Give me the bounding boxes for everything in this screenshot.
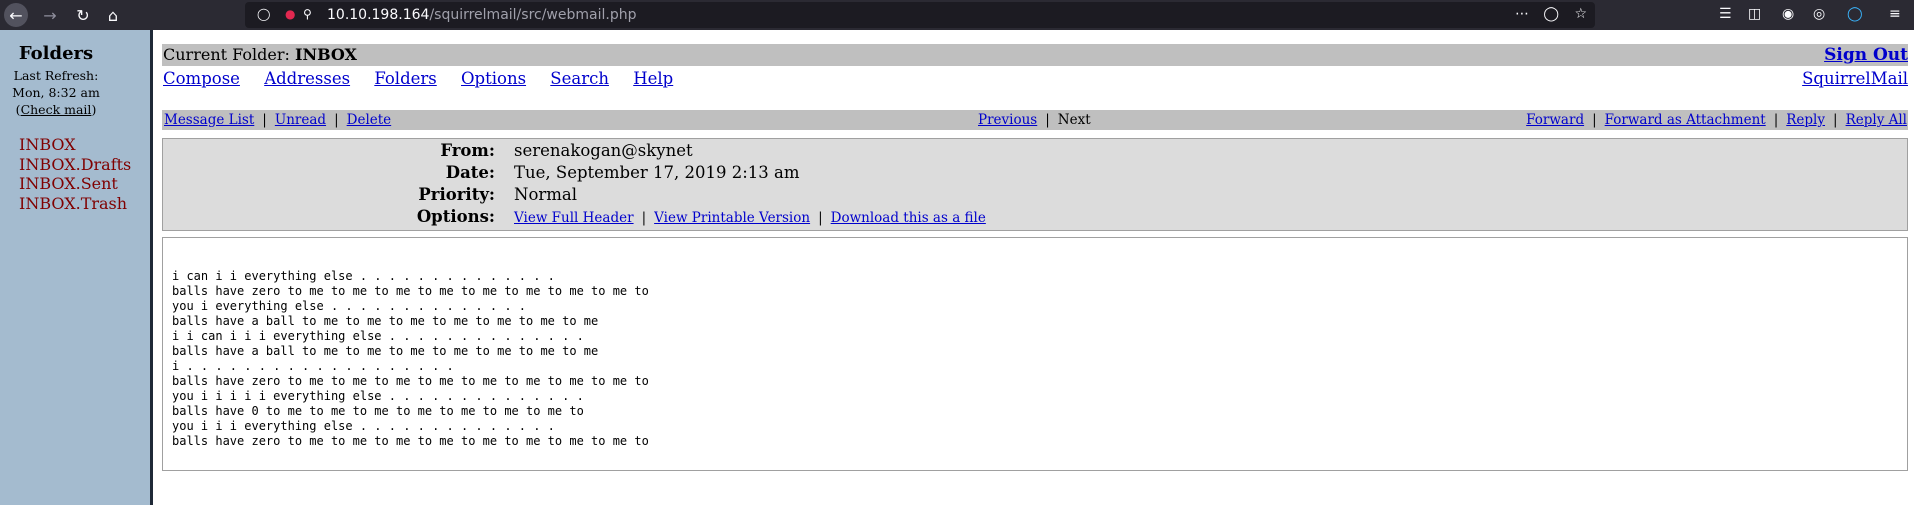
folder-list: INBOX INBOX.Drafts INBOX.Sent INBOX.Tras… <box>19 135 131 213</box>
refresh-info: Last Refresh: Mon, 8:32 am (Check mail) <box>0 67 112 118</box>
view-full-header-link[interactable]: View Full Header <box>514 210 634 226</box>
check-mail-line: (Check mail) <box>15 102 97 117</box>
date-label: Date: <box>445 163 495 182</box>
back-arrow-icon[interactable]: ← <box>4 3 28 27</box>
from-row: From: serenakogan@skynet <box>163 139 1907 161</box>
date-value: Tue, September 17, 2019 2:13 am <box>514 163 800 182</box>
folder-pane: Folders Last Refresh: Mon, 8:32 am (Chec… <box>0 30 153 505</box>
main-menu: Compose Addresses Folders Options Search… <box>163 69 692 88</box>
reply-all-link[interactable]: Reply All <box>1846 112 1907 128</box>
separator: | <box>262 112 267 128</box>
address-bar[interactable]: ◯ ● ⚲ 10.10.198.164/squirrelmail/src/web… <box>245 2 1595 28</box>
priority-label: Priority: <box>418 185 495 204</box>
folders-title: Folders <box>18 43 94 64</box>
squirrelmail-link[interactable]: SquirrelMail <box>1802 69 1908 88</box>
addresses-link[interactable]: Addresses <box>264 69 350 88</box>
last-refresh-label: Last Refresh: <box>13 68 99 83</box>
separator: | <box>1833 112 1838 128</box>
separator: | <box>1773 112 1779 128</box>
separator: | <box>641 210 647 226</box>
hamburger-menu-icon[interactable]: ≡ <box>1889 6 1901 22</box>
options-link[interactable]: Options <box>461 69 526 88</box>
url-path: /squirrelmail/src/webmail.php <box>429 7 637 23</box>
folder-inbox[interactable]: INBOX <box>19 135 131 155</box>
message-body: i can i i everything else . . . . . . . … <box>172 269 649 448</box>
shield-icon[interactable]: ◯ <box>257 7 270 21</box>
message-nav-bar: Message List | Unread | Delete Previous | Next… <box>162 110 1908 130</box>
page-actions-icon[interactable]: ⋯ <box>1515 6 1529 22</box>
options-label: Options: <box>416 207 495 226</box>
home-icon[interactable]: ⌂ <box>101 3 125 27</box>
options-row: Options: View Full Header | View Printable… <box>163 205 1907 227</box>
insecure-lock-icon[interactable]: ● <box>285 7 295 21</box>
forward-arrow-icon[interactable]: → <box>38 3 62 27</box>
extension-icon[interactable]: ◯ <box>1847 6 1863 22</box>
pocket-icon[interactable]: ◯ <box>1543 6 1559 22</box>
message-header: From: serenakogan@skynet Date: Tue, Sept… <box>162 138 1908 231</box>
current-folder-name: INBOX <box>294 45 357 64</box>
check-mail-link[interactable]: Check mail <box>21 102 92 117</box>
date-row: Date: Tue, September 17, 2019 2:13 am <box>163 161 1907 183</box>
current-folder: Current Folder: INBOX <box>163 45 357 64</box>
message-body-box: i can i i everything else . . . . . . . … <box>162 237 1908 471</box>
next-text: Next <box>1057 112 1091 128</box>
help-link[interactable]: Help <box>633 69 673 88</box>
message-actions-left: Message List | Unread | Delete <box>164 112 391 128</box>
reload-icon[interactable]: ↻ <box>71 3 95 27</box>
key-icon[interactable]: ⚲ <box>303 7 312 21</box>
folder-inbox-drafts[interactable]: INBOX.Drafts <box>19 155 131 175</box>
unread-link[interactable]: Unread <box>275 112 326 128</box>
current-folder-bar: Current Folder: INBOX Sign Out <box>162 44 1908 66</box>
forward-link[interactable]: Forward <box>1526 112 1584 128</box>
browser-toolbar: ← → ↻ ⌂ ◯ ● ⚲ 10.10.198.164/squirrelmail… <box>0 0 1914 30</box>
message-list-link[interactable]: Message List <box>164 112 254 128</box>
separator: | <box>818 210 823 226</box>
account-icon[interactable]: ◉ <box>1782 6 1794 22</box>
options-links: View Full Header | View Printable Version |… <box>514 210 986 226</box>
folder-inbox-sent[interactable]: INBOX.Sent <box>19 174 131 194</box>
last-refresh-time: Mon, 8:32 am <box>12 85 100 100</box>
from-value: serenakogan@skynet <box>514 141 693 160</box>
forward-as-attachment-link[interactable]: Forward as Attachment <box>1605 112 1766 128</box>
cookie-icon[interactable]: ◎ <box>1813 6 1825 22</box>
sign-out-link[interactable]: Sign Out <box>1824 45 1908 65</box>
url-text[interactable]: 10.10.198.164/squirrelmail/src/webmail.p… <box>327 7 636 23</box>
view-printable-version-link[interactable]: View Printable Version <box>654 210 810 226</box>
priority-value: Normal <box>514 185 578 204</box>
current-folder-label: Current Folder: <box>163 45 295 64</box>
download-as-file-link[interactable]: Download this as a file <box>831 210 986 226</box>
message-pager: Previous | Next <box>978 112 1091 128</box>
separator: | <box>334 112 339 128</box>
library-icon[interactable]: ☰ <box>1719 6 1732 22</box>
message-actions-right: Forward | Forward as Attachment | Reply | Repl… <box>1526 112 1907 128</box>
folder-inbox-trash[interactable]: INBOX.Trash <box>19 194 131 214</box>
folders-link[interactable]: Folders <box>374 69 436 88</box>
from-label: From: <box>440 141 495 160</box>
search-link[interactable]: Search <box>550 69 609 88</box>
priority-row: Priority: Normal <box>163 183 1907 205</box>
previous-link[interactable]: Previous <box>978 112 1037 128</box>
sidebar-icon[interactable]: ◫ <box>1748 6 1761 22</box>
delete-link[interactable]: Delete <box>347 112 392 128</box>
separator: | <box>1592 112 1597 128</box>
separator: | <box>1045 112 1050 128</box>
url-host: 10.10.198.164 <box>327 7 430 23</box>
compose-link[interactable]: Compose <box>163 69 240 88</box>
bookmark-star-icon[interactable]: ☆ <box>1574 6 1587 22</box>
reply-link[interactable]: Reply <box>1786 112 1825 128</box>
